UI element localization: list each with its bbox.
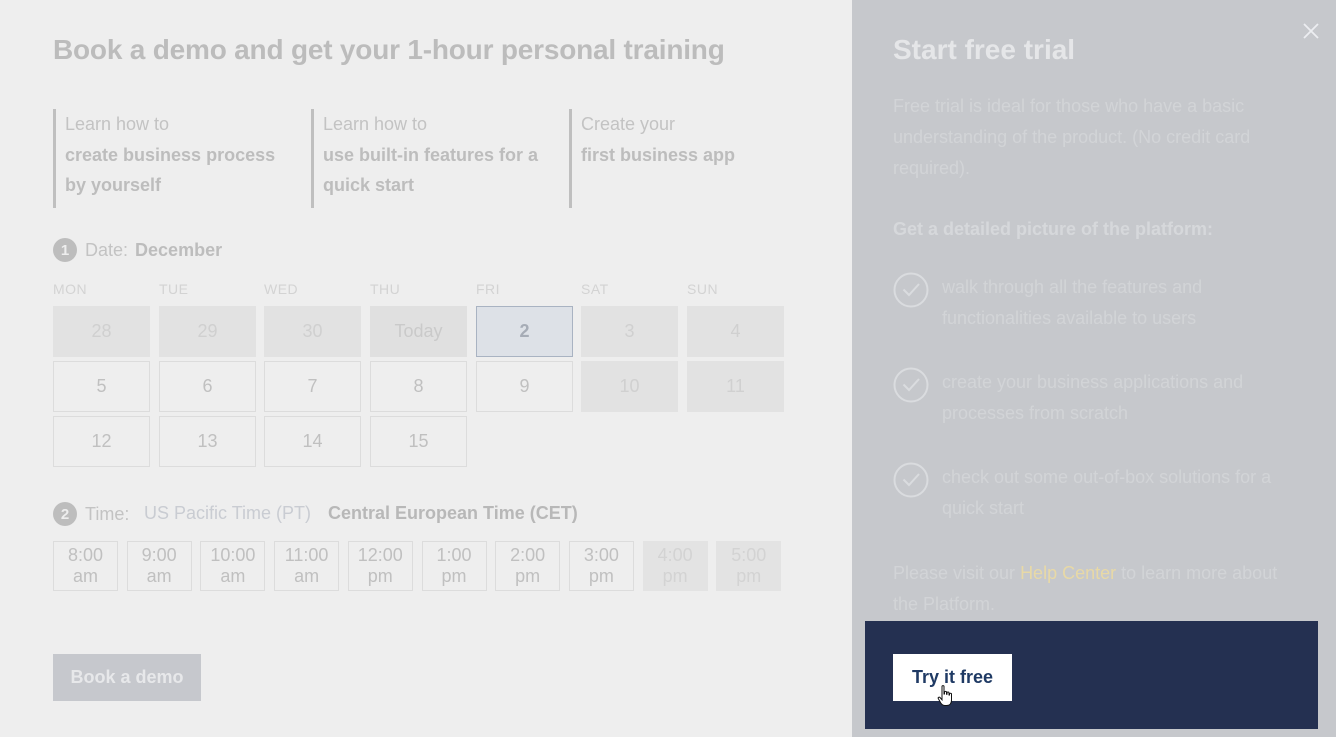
calendar-day[interactable]: 5 [53, 361, 150, 412]
feature-text: check out some out-of-box solutions for … [942, 467, 1272, 518]
step-number-badge: 1 [53, 238, 77, 262]
date-step: 1 Date: December [53, 238, 222, 262]
date-month: December [135, 239, 223, 260]
timezone-cet-option[interactable]: Central European Time (CET) [328, 503, 578, 524]
benefit-intro: Create your [581, 114, 676, 134]
benefit-intro: Learn how to [65, 114, 170, 134]
calendar-day: 28 [53, 306, 150, 357]
weekday-wed: WED [264, 281, 299, 297]
calendar-day: 11 [687, 361, 784, 412]
benefit-bold: first business app [581, 144, 736, 165]
weekday-thu: THU [370, 281, 401, 297]
slot-time: 10:00 [210, 545, 256, 565]
time-slot: 5:00 pm [716, 541, 782, 591]
feature-text: create your business applications and pr… [942, 372, 1244, 423]
slot-time: 1:00 [436, 545, 472, 565]
calendar-day[interactable]: Today [370, 306, 467, 357]
time-slot[interactable]: 1:00 pm [421, 541, 487, 591]
weekday-sat: SAT [581, 281, 609, 297]
benefit-1: Learn how to create business process by … [53, 109, 293, 208]
book-demo-button[interactable]: Book a demo [53, 654, 201, 701]
date-label: Date: [85, 239, 129, 260]
slot-time: 2:00 [510, 545, 546, 565]
time-slot: 4:00 pm [642, 541, 708, 591]
slot-ampm: am [294, 566, 320, 586]
benefit-2: Learn how to use built-in features for a… [311, 109, 551, 208]
slot-time: 8:00 [67, 545, 104, 565]
trial-description: Free trial is ideal for those who have a… [893, 96, 1251, 178]
calendar-day[interactable]: 13 [159, 416, 256, 467]
benefit-intro: Learn how to [323, 114, 428, 134]
calendar-day[interactable]: 14 [264, 416, 361, 467]
time-slot[interactable]: 9:00 am [126, 541, 192, 591]
calendar-day[interactable]: 8 [370, 361, 467, 412]
slot-ampm: pm [662, 566, 688, 586]
calendar-day: 10 [581, 361, 678, 412]
weekday-fri: FRI [476, 281, 501, 297]
time-slot[interactable]: 2:00 pm [495, 541, 561, 591]
check-circle-icon [893, 272, 929, 308]
slot-ampm: pm [515, 566, 541, 586]
hand-pointer-icon [937, 685, 952, 706]
check-circle-icon [893, 367, 929, 403]
weekday-tue: TUE [159, 281, 189, 297]
weekday-sun: SUN [687, 281, 719, 297]
help-prefix: Please visit our [893, 563, 1021, 583]
calendar-day[interactable]: 12 [53, 416, 150, 467]
slot-ampm: pm [367, 566, 393, 586]
weekday-mon: MON [53, 281, 88, 297]
slot-time: 12:00 [357, 545, 403, 565]
time-slot[interactable]: 8:00 am [53, 541, 118, 591]
feature-item: walk through all the features and functi… [893, 272, 1293, 334]
time-slot[interactable]: 12:00 pm [347, 541, 413, 591]
help-text: Please visit our Help Center to learn mo… [893, 558, 1293, 620]
step-number-badge: 2 [53, 502, 77, 526]
slot-time: 9:00 [141, 545, 177, 565]
slot-time: 3:00 [583, 545, 619, 565]
slot-ampm: am [146, 566, 172, 586]
feature-item: check out some out-of-box solutions for … [893, 462, 1293, 524]
benefit-3: Create your first business app [569, 109, 769, 208]
feature-item: create your business applications and pr… [893, 367, 1293, 429]
time-step: 2 Time: [53, 502, 129, 526]
calendar-day[interactable]: 7 [264, 361, 361, 412]
calendar-day[interactable]: 15 [370, 416, 467, 467]
trial-subheading: Get a detailed picture of the platform: [893, 219, 1214, 239]
time-label: Time: [85, 503, 130, 524]
help-center-link[interactable]: Help Center [1020, 563, 1116, 583]
benefit-bold: use built-in features for a quick start [323, 144, 539, 196]
calendar-day[interactable]: 9 [476, 361, 573, 412]
slot-time: 11:00 [284, 545, 329, 565]
check-circle-icon [893, 462, 929, 498]
feature-text: walk through all the features and functi… [942, 277, 1203, 328]
slot-time: 4:00 [657, 545, 693, 565]
time-slot[interactable]: 3:00 pm [568, 541, 634, 591]
calendar-day[interactable]: 2 [476, 306, 573, 357]
time-slot[interactable]: 11:00 am [274, 541, 340, 591]
trial-title: Start free trial [893, 34, 1076, 65]
slot-ampm: pm [588, 566, 614, 586]
calendar-day: 30 [264, 306, 361, 357]
slot-ampm: pm [736, 566, 762, 586]
slot-time: 5:00 [731, 545, 767, 565]
calendar-day: 29 [159, 306, 256, 357]
slot-ampm: pm [441, 566, 467, 586]
demo-title: Book a demo and get your 1-hour personal… [53, 34, 725, 65]
slot-ampm: am [220, 566, 246, 586]
time-slot[interactable]: 10:00 am [200, 541, 266, 591]
slot-ampm: am [72, 566, 98, 586]
timezone-pt-option[interactable]: US Pacific Time (PT) [144, 503, 311, 524]
calendar-day: 4 [687, 306, 784, 357]
calendar-day: 3 [581, 306, 678, 357]
close-icon[interactable] [1300, 20, 1322, 42]
benefit-bold: create business process by yourself [65, 144, 276, 196]
calendar-day[interactable]: 6 [159, 361, 256, 412]
